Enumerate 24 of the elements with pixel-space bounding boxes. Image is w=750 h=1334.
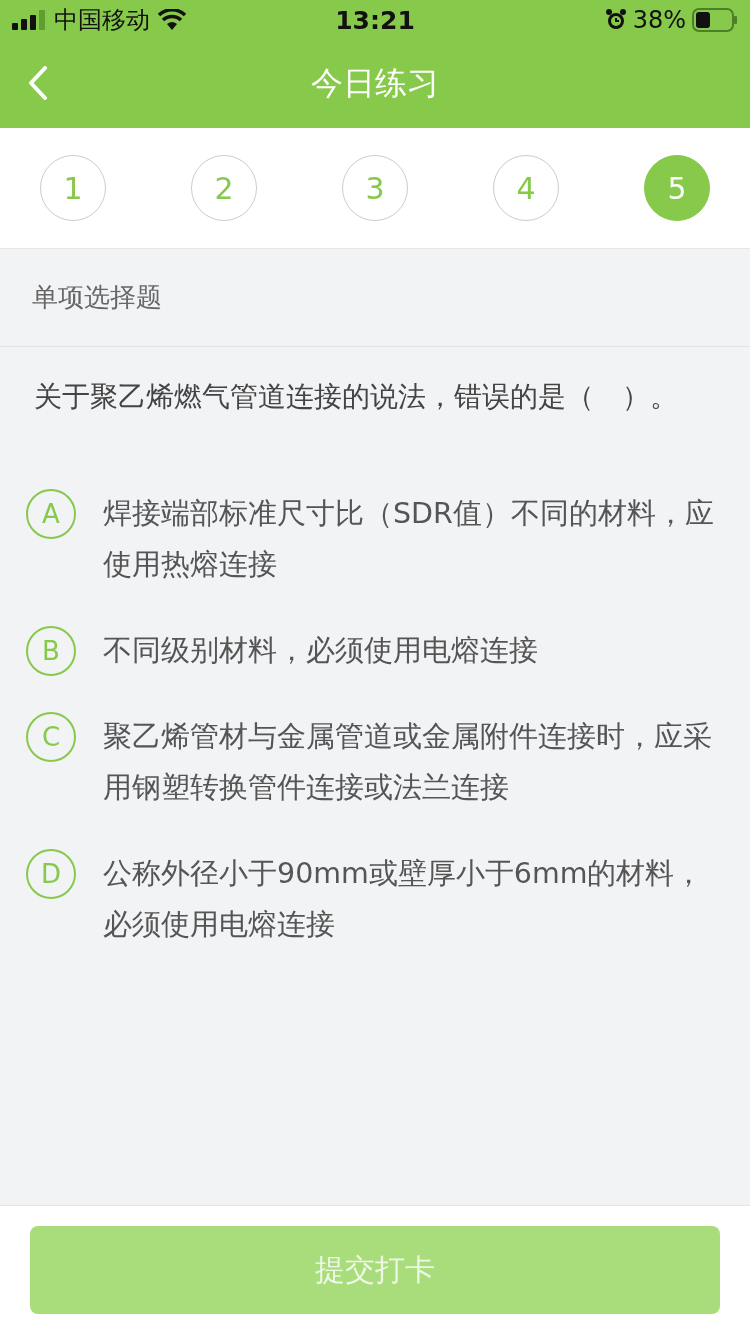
option-text[interactable]: 不同级别材料，必须使用电熔连接 (103, 625, 728, 676)
signal-icon (12, 10, 46, 30)
option-text[interactable]: 焊接端部标准尺寸比（SDR值）不同的材料，应使用热熔连接 (103, 488, 728, 590)
option-text[interactable]: 公称外径小于90mm或壁厚小于6mm的材料，必须使用电熔连接 (103, 848, 728, 950)
question-number[interactable]: 5 (644, 155, 710, 221)
wifi-icon (158, 9, 186, 31)
option-letter[interactable]: A (26, 489, 76, 539)
back-icon[interactable] (28, 66, 48, 100)
battery-percent: 38% (632, 6, 686, 34)
question-text: 关于聚乙烯燃气管道连接的说法，错误的是（ ）。 (34, 380, 678, 413)
question-number[interactable]: 2 (191, 155, 257, 221)
option-letter[interactable]: C (26, 712, 76, 762)
option-text[interactable]: 聚乙烯管材与金属管道或金属附件连接时，应采用钢塑转换管件连接或法兰连接 (103, 711, 728, 813)
page-title: 今日练习 (311, 63, 439, 104)
option-letter[interactable]: B (26, 626, 76, 676)
question-number[interactable]: 1 (40, 155, 106, 221)
question-number[interactable]: 3 (342, 155, 408, 221)
section-title: 单项选择题 (32, 281, 162, 314)
battery-icon (692, 8, 738, 32)
status-time: 13:21 (335, 5, 415, 35)
carrier-name: 中国移动 (54, 5, 150, 36)
alarm-icon (604, 9, 627, 31)
question-number[interactable]: 4 (493, 155, 559, 221)
option-letter[interactable]: D (26, 849, 76, 899)
